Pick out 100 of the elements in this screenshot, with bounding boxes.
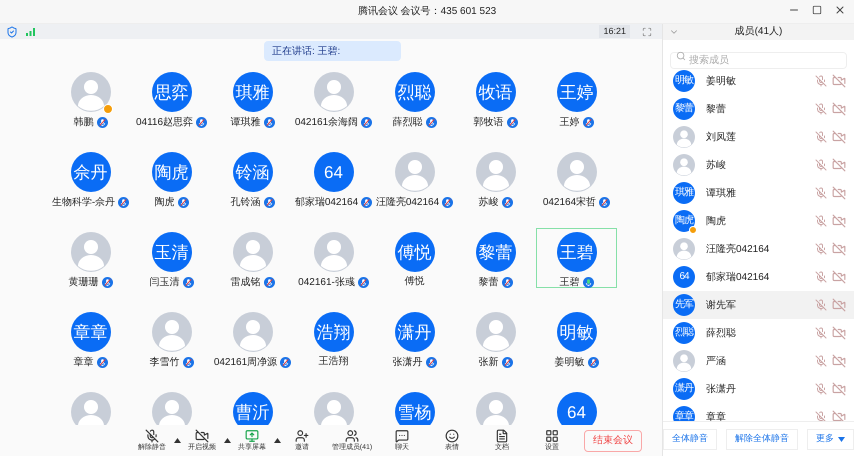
participant-tile[interactable]: 张新 — [455, 308, 536, 368]
video-off-icon[interactable] — [832, 186, 846, 200]
participant-tile[interactable]: 64 郁家瑞042164 — [293, 148, 374, 208]
participant-tile[interactable]: 黄珊珊 — [50, 228, 131, 288]
member-row[interactable]: 章章 章章 — [663, 403, 854, 421]
participant-tile[interactable]: 雷成铭 — [212, 228, 293, 288]
video-off-icon[interactable] — [832, 242, 846, 256]
video-off-icon[interactable] — [832, 410, 846, 421]
participant-name: 042161-张彧 — [298, 278, 355, 288]
initials-avatar: 牧语 — [476, 72, 516, 112]
video-off-icon[interactable] — [832, 102, 846, 116]
member-row[interactable]: 陶虎 陶虎 — [663, 207, 854, 235]
participant-tile[interactable]: 琪雅 谭琪雅 — [212, 68, 293, 128]
panel-action-button[interactable]: 全体静音 — [663, 428, 717, 450]
participant-name: 姜明敏 — [554, 358, 584, 368]
participant-tile[interactable]: 思弈 04116赵思弈 — [131, 68, 212, 128]
shield-icon[interactable] — [6, 26, 18, 38]
end-meeting-button[interactable]: 结束会议 — [584, 430, 642, 452]
video-off-icon[interactable] — [832, 214, 846, 228]
participant-name: 黎蕾 — [478, 278, 498, 288]
participant-name: 雷成铭 — [230, 278, 260, 288]
member-row[interactable]: 刘凤莲 — [663, 123, 854, 151]
panel-action-button[interactable]: 解除全体静音 — [726, 428, 798, 450]
search-field[interactable]: 搜索成员 — [670, 52, 847, 69]
video-off-icon[interactable] — [832, 326, 846, 340]
maximize-icon[interactable] — [812, 5, 822, 15]
fullscreen-icon[interactable] — [642, 26, 652, 36]
participant-tile[interactable]: 玉清 闫玉清 — [131, 228, 212, 288]
video-off-icon[interactable] — [832, 270, 846, 284]
member-name: 刘凤莲 — [706, 130, 737, 144]
mic-off-icon[interactable] — [815, 411, 827, 421]
initials-avatar: 64 — [673, 266, 695, 288]
mic-off-icon[interactable] — [815, 271, 827, 283]
participant-tile[interactable]: 042161余海阔 — [293, 68, 374, 128]
mic-off-icon[interactable] — [815, 159, 827, 171]
mic-off-icon[interactable] — [815, 299, 827, 311]
mic-off-icon[interactable] — [815, 75, 827, 87]
participant-name: 谭琪雅 — [230, 118, 260, 128]
participant-tile[interactable]: 傅悦 傅悦 — [374, 228, 455, 288]
signal-icon[interactable] — [26, 28, 35, 36]
video-off-icon[interactable] — [832, 158, 846, 172]
participant-tile[interactable]: 042161周净源 — [212, 308, 293, 368]
mic-off-icon[interactable] — [815, 187, 827, 199]
initials-avatar: 64 — [314, 152, 354, 192]
participant-tile[interactable]: 雪杨 — [374, 388, 455, 425]
caret-icon[interactable] — [274, 438, 280, 443]
participant-tile[interactable]: 王婷 王婷 — [536, 68, 617, 128]
participant-tile[interactable]: 曹沂 — [212, 388, 293, 425]
member-row[interactable]: 烈聪 薛烈聪 — [663, 319, 854, 347]
caret-icon[interactable] — [174, 438, 180, 443]
participant-tile[interactable]: 章章 章章 — [50, 308, 131, 368]
member-name: 薛烈聪 — [706, 326, 737, 340]
member-row[interactable]: 64 郁家瑞042164 — [663, 263, 854, 291]
participant-tile[interactable]: 042164宋哲 — [536, 148, 617, 208]
initials-avatar: 明敏 — [673, 70, 695, 92]
panel-action-button[interactable]: 更多 — [807, 428, 854, 450]
video-off-icon[interactable] — [832, 74, 846, 88]
participant-tile[interactable]: 陶虎 陶虎 — [131, 148, 212, 208]
participant-tile[interactable]: 浩翔 王浩翔 — [293, 308, 374, 368]
participant-tile[interactable]: 黎蕾 黎蕾 — [455, 228, 536, 288]
participant-tile[interactable]: 牧语 郭牧语 — [455, 68, 536, 128]
member-row[interactable]: 先军 谢先军 — [663, 291, 854, 319]
member-row[interactable]: 明敏 姜明敏 — [663, 67, 854, 95]
participant-tile[interactable]: 韩鹏 — [50, 68, 131, 128]
mic-off-icon[interactable] — [815, 103, 827, 115]
participant-tile[interactable]: 64 — [536, 388, 617, 425]
member-row[interactable]: 苏峻 — [663, 151, 854, 179]
video-off-icon[interactable] — [832, 354, 846, 368]
member-row[interactable]: 汪隆亮042164 — [663, 235, 854, 263]
participant-name: 042164宋哲 — [542, 198, 596, 208]
video-off-icon[interactable] — [832, 130, 846, 144]
participant-tile[interactable]: 王碧 王碧 — [536, 228, 617, 288]
mic-off-icon[interactable] — [815, 131, 827, 143]
close-icon[interactable] — [834, 4, 846, 16]
initials-avatar: 雪杨 — [394, 392, 434, 425]
participant-tile[interactable]: 苏峻 — [455, 148, 536, 208]
initials-avatar: 铃涵 — [232, 152, 272, 192]
video-off-icon[interactable] — [832, 298, 846, 312]
member-row[interactable]: 潇丹 张潇丹 — [663, 375, 854, 403]
initials-avatar: 玉清 — [152, 232, 192, 272]
participant-tile[interactable]: 佘丹 生物科学-佘丹 — [50, 148, 131, 208]
member-row[interactable]: 黎蕾 黎蕾 — [663, 95, 854, 123]
participant-tile[interactable]: 明敏 姜明敏 — [536, 308, 617, 368]
mic-off-icon[interactable] — [815, 215, 827, 227]
member-row[interactable]: 琪雅 谭琪雅 — [663, 179, 854, 207]
caret-icon[interactable] — [224, 438, 230, 443]
mic-off-icon[interactable] — [815, 383, 827, 395]
participant-tile[interactable]: 李雪竹 — [131, 308, 212, 368]
mic-off-icon[interactable] — [815, 327, 827, 339]
video-off-icon[interactable] — [832, 382, 846, 396]
mic-off-icon[interactable] — [815, 243, 827, 255]
participant-tile[interactable]: 汪隆亮042164 — [374, 148, 455, 208]
mic-off-icon[interactable] — [815, 355, 827, 367]
participant-tile[interactable]: 铃涵 孔铃涵 — [212, 148, 293, 208]
participant-tile[interactable]: 042161-张彧 — [293, 228, 374, 288]
initials-avatar: 琪雅 — [673, 182, 695, 204]
smiley-icon — [445, 428, 459, 442]
participant-tile[interactable]: 烈聪 薛烈聪 — [374, 68, 455, 128]
participant-tile[interactable]: 潇丹 张潇丹 — [374, 308, 455, 368]
member-row[interactable]: 严涵 — [663, 347, 854, 375]
